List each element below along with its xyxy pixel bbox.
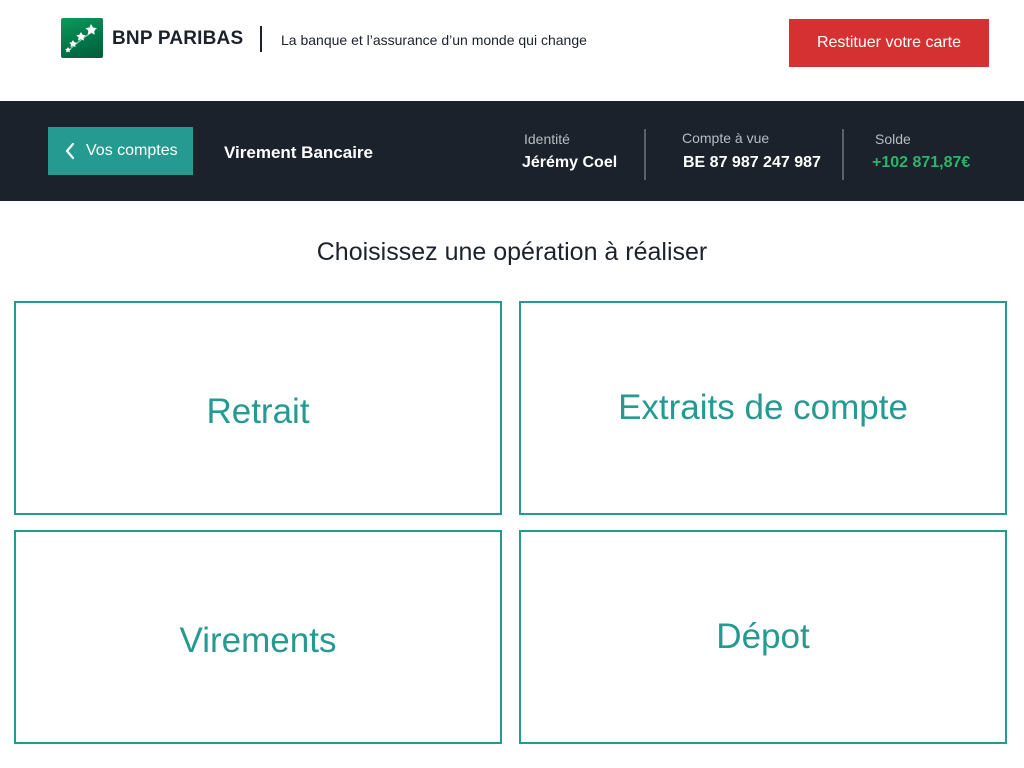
bnp-stars-logo-icon [61,18,103,58]
identity-label: Identité [524,131,570,147]
operation-statements-button[interactable]: Extraits de compte [519,301,1007,515]
chevron-left-icon [65,142,75,160]
operation-heading: Choisissez une opération à réaliser [316,238,708,266]
back-to-accounts-button[interactable]: Vos comptes [48,127,193,175]
brand-divider [260,26,262,52]
back-button-label: Vos comptes [86,142,178,159]
brand-tagline: La banque et l’assurance d’un monde qui … [281,32,587,48]
operation-withdrawal-button[interactable]: Retrait [14,301,502,515]
identity-value: Jérémy Coel [522,154,618,171]
operation-label: Virements [179,621,337,660]
page-title: Virement Bancaire [224,143,373,162]
brand-name: BNP PARIBAS [112,28,244,49]
balance-value: +102 871,87€ [872,154,971,171]
info-divider [644,129,646,180]
operation-label: Extraits de compte [618,388,908,427]
return-card-button[interactable]: Restituer votre carte [789,19,989,67]
account-label: Compte à vue [682,130,770,146]
info-divider [842,129,844,180]
account-number: BE 87 987 247 987 [683,154,821,171]
operation-label: Dépot [716,617,810,656]
operation-label: Retrait [206,392,310,431]
account-bar: Vos comptes Virement Bancaire Identité J… [0,101,1024,201]
operation-transfers-button[interactable]: Virements [14,530,502,744]
operation-deposit-button[interactable]: Dépot [519,530,1007,744]
balance-label: Solde [875,131,911,147]
top-header: BNP PARIBAS La banque et l’assurance d’u… [0,0,1024,101]
